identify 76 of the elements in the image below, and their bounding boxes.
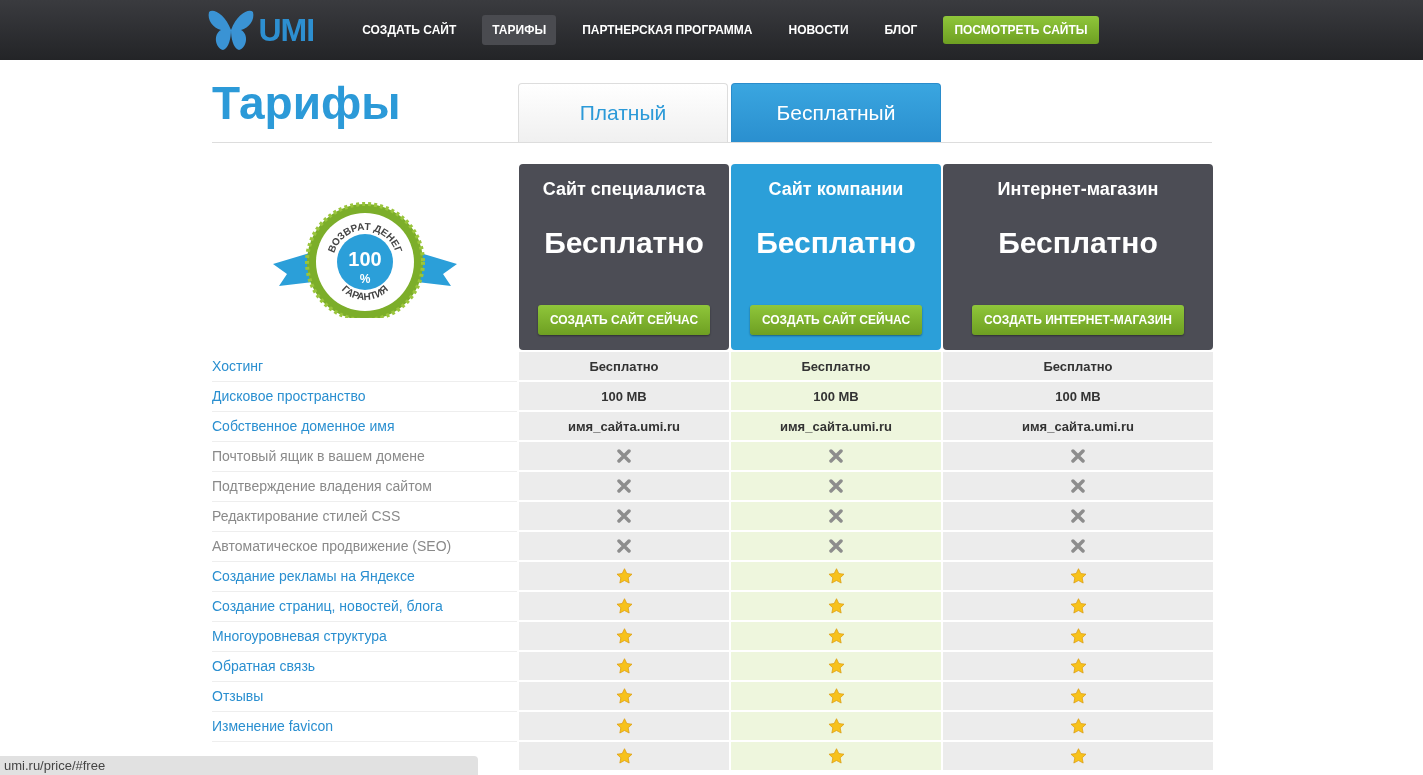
cross-icon	[1071, 449, 1085, 463]
cross-icon	[829, 539, 843, 553]
cross-icon	[829, 509, 843, 523]
cross-icon	[1071, 539, 1085, 553]
cell-text: имя_сайта.umi.ru	[780, 418, 892, 434]
feature-label[interactable]: Отзывы	[212, 682, 517, 712]
create-site-button[interactable]: СОЗДАТЬ САЙТ СЕЙЧАС	[537, 305, 711, 335]
cell-text: имя_сайта.umi.ru	[1022, 418, 1134, 434]
cross-icon	[1071, 509, 1085, 523]
cell-text: Бесплатно	[1043, 358, 1113, 374]
cross-icon	[829, 479, 843, 493]
plan-price: Бесплатно	[756, 226, 916, 260]
cell-text: имя_сайта.umi.ru	[568, 418, 680, 434]
star-icon	[1069, 748, 1087, 764]
plan-name: Сайт компании	[768, 179, 904, 200]
cell-text: 100 MB	[813, 388, 859, 404]
feature-label[interactable]: Редактирование стилей CSS	[212, 502, 517, 532]
nav-link[interactable]: БЛОГ	[874, 15, 928, 45]
star-icon	[827, 568, 845, 584]
page-title: Тарифы	[212, 76, 402, 130]
star-icon	[615, 628, 633, 644]
star-icon	[1069, 688, 1087, 704]
plan-type-tab[interactable]: Платный	[518, 83, 728, 142]
star-icon	[615, 748, 633, 764]
feature-label[interactable]: Изменение favicon	[212, 712, 517, 742]
cross-icon	[617, 509, 631, 523]
plan-price: Бесплатно	[998, 226, 1158, 260]
feature-label[interactable]: Собственное доменное имя	[212, 412, 517, 442]
star-icon	[615, 568, 633, 584]
star-icon	[615, 658, 633, 674]
star-icon	[827, 718, 845, 734]
feature-label[interactable]: Создание рекламы на Яндексе	[212, 562, 517, 592]
cross-icon	[1071, 479, 1085, 493]
create-site-button[interactable]: СОЗДАТЬ ИНТЕРНЕТ-МАГАЗИН	[972, 305, 1184, 335]
star-icon	[1069, 718, 1087, 734]
nav-link[interactable]: ТАРИФЫ	[482, 15, 557, 45]
cross-icon	[617, 539, 631, 553]
star-icon	[615, 718, 633, 734]
logo-text[interactable]: UMI	[258, 11, 315, 49]
feature-label[interactable]: Обратная связь	[212, 652, 517, 682]
cross-icon	[617, 479, 631, 493]
feature-label[interactable]: Почтовый ящик в вашем домене	[212, 442, 517, 472]
star-icon	[827, 748, 845, 764]
plan-name: Интернет-магазин	[997, 179, 1159, 200]
cell-text: 100 MB	[1055, 388, 1101, 404]
plan-type-tab[interactable]: Бесплатный	[731, 83, 941, 142]
star-icon	[1069, 628, 1087, 644]
butterfly-logo-icon	[206, 8, 255, 52]
create-site-button[interactable]: СОЗДАТЬ САЙТ СЕЙЧАС	[749, 305, 923, 335]
plan-price: Бесплатно	[544, 226, 704, 260]
cross-icon	[829, 449, 843, 463]
cell-text: Бесплатно	[801, 358, 871, 374]
plan-name: Сайт специалиста	[542, 179, 706, 200]
star-icon	[827, 628, 845, 644]
cross-icon	[617, 449, 631, 463]
view-sites-button[interactable]: ПОСМОТРЕТЬ САЙТЫ	[943, 16, 1099, 44]
nav-link[interactable]: НОВОСТИ	[778, 15, 859, 45]
cell-text: 100 MB	[601, 388, 647, 404]
star-icon	[827, 598, 845, 614]
star-icon	[827, 688, 845, 704]
star-icon	[827, 658, 845, 674]
star-icon	[1069, 568, 1087, 584]
star-icon	[615, 688, 633, 704]
feature-label[interactable]: Хостинг	[212, 352, 517, 382]
feature-label[interactable]: Создание страниц, новостей, блога	[212, 592, 517, 622]
nav-link[interactable]: ПАРТНЕРСКАЯ ПРОГРАММА	[572, 15, 763, 45]
cell-text: Бесплатно	[589, 358, 659, 374]
link-preview-tooltip: umi.ru/price/#free	[0, 756, 478, 775]
nav-link[interactable]: СОЗДАТЬ САЙТ	[352, 15, 467, 45]
feature-label[interactable]: Автоматическое продвижение (SEO)	[212, 532, 517, 562]
star-icon	[615, 598, 633, 614]
feature-label[interactable]: Дисковое пространство	[212, 382, 517, 412]
feature-label[interactable]: Многоуровневая структура	[212, 622, 517, 652]
star-icon	[1069, 658, 1087, 674]
feature-label[interactable]: Подтверждение владения сайтом	[212, 472, 517, 502]
star-icon	[1069, 598, 1087, 614]
